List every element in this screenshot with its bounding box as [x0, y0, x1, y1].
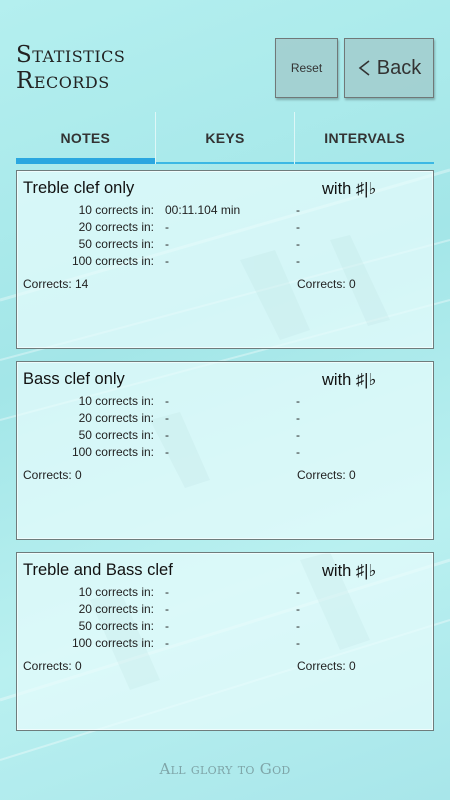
reset-button[interactable]: Reset	[275, 38, 338, 98]
tab-intervals-label: INTERVALS	[324, 130, 406, 146]
stat-value-accidental: -	[296, 428, 300, 442]
stat-row: 100 corrects in: - -	[17, 254, 435, 271]
tab-intervals-indicator	[295, 162, 435, 164]
stat-value-accidental: -	[296, 585, 300, 599]
corrects-count-accidental: Corrects: 0	[297, 468, 356, 482]
stat-label: 100 corrects in:	[71, 445, 154, 459]
card-with-accidentals-label: with ♯|♭	[322, 562, 377, 580]
stat-value-accidental: -	[296, 237, 300, 251]
stat-value-plain: -	[165, 237, 169, 251]
stat-row: 10 corrects in: 00:11.104 min -	[17, 203, 435, 220]
stat-value-accidental: -	[296, 602, 300, 616]
corrects-count-plain: Corrects: 0	[23, 659, 82, 673]
stat-label: 50 corrects in:	[78, 237, 154, 251]
stat-value-accidental: -	[296, 619, 300, 633]
stat-value-plain: -	[165, 585, 169, 599]
stat-label: 100 corrects in:	[71, 254, 154, 268]
corrects-count-accidental: Corrects: 0	[297, 659, 356, 673]
stat-value-plain: 00:11.104 min	[165, 203, 241, 217]
stat-value-accidental: -	[296, 411, 300, 425]
stat-row: 20 corrects in: - -	[17, 411, 435, 428]
stat-value-plain: -	[165, 619, 169, 633]
stat-label: 20 corrects in:	[78, 220, 154, 234]
stat-row: 100 corrects in: - -	[17, 636, 435, 653]
page-title: Statistics Records	[16, 42, 125, 94]
stat-row: 20 corrects in: - -	[17, 602, 435, 619]
stat-label: 20 corrects in:	[78, 602, 154, 616]
stats-card-bass: Bass clef only with ♯|♭ 10 corrects in: …	[16, 361, 434, 540]
corrects-count-plain: Corrects: 0	[23, 468, 82, 482]
back-button[interactable]: Back	[344, 38, 434, 98]
stat-label: 100 corrects in:	[71, 636, 154, 650]
tab-keys[interactable]: KEYS	[154, 112, 295, 164]
stat-value-plain: -	[165, 394, 169, 408]
stat-row: 100 corrects in: - -	[17, 445, 435, 462]
stat-row: 50 corrects in: - -	[17, 619, 435, 636]
stat-value-plain: -	[165, 411, 169, 425]
stat-label: 20 corrects in:	[78, 411, 154, 425]
stat-label: 10 corrects in:	[78, 203, 154, 217]
stat-row: 10 corrects in: - -	[17, 585, 435, 602]
tab-keys-indicator	[155, 162, 295, 164]
stat-row: 50 corrects in: - -	[17, 237, 435, 254]
stats-card-treble-and-bass: Treble and Bass clef with ♯|♭ 10 correct…	[16, 552, 434, 731]
stat-value-accidental: -	[296, 203, 300, 217]
back-button-label: Back	[376, 56, 422, 79]
footer-dedication: All glory to God	[159, 760, 291, 778]
stat-row: 50 corrects in: - -	[17, 428, 435, 445]
stat-value-plain: -	[165, 428, 169, 442]
stat-value-plain: -	[165, 602, 169, 616]
stat-value-plain: -	[165, 636, 169, 650]
stat-label: 10 corrects in:	[78, 394, 154, 408]
stat-row: 20 corrects in: - -	[17, 220, 435, 237]
stat-value-accidental: -	[296, 254, 300, 268]
chevron-left-icon	[358, 60, 370, 76]
stat-value-plain: -	[165, 254, 169, 268]
page-title-line2: Records	[16, 68, 110, 94]
stat-value-accidental: -	[296, 394, 300, 408]
tab-notes-label: NOTES	[60, 130, 111, 146]
card-with-accidentals-label: with ♯|♭	[322, 371, 377, 389]
stat-value-plain: -	[165, 220, 169, 234]
stat-value-accidental: -	[296, 220, 300, 234]
card-title: Treble and Bass clef	[23, 561, 173, 579]
corrects-count-plain: Corrects: 14	[23, 277, 89, 291]
page-title-line1: Statistics	[16, 42, 126, 68]
tab-notes[interactable]: NOTES	[16, 112, 155, 164]
corrects-count-accidental: Corrects: 0	[297, 277, 356, 291]
stat-label: 50 corrects in:	[78, 619, 154, 633]
tab-bar: NOTES KEYS INTERVALS	[16, 112, 435, 164]
stat-label: 50 corrects in:	[78, 428, 154, 442]
stat-label: 10 corrects in:	[78, 585, 154, 599]
tab-intervals[interactable]: INTERVALS	[294, 112, 435, 164]
stat-value-accidental: -	[296, 636, 300, 650]
card-title: Bass clef only	[23, 370, 125, 388]
stat-value-accidental: -	[296, 445, 300, 459]
card-title: Treble clef only	[23, 179, 135, 197]
reset-button-label: Reset	[290, 61, 323, 75]
stats-card-treble: Treble clef only with ♯|♭ 10 corrects in…	[16, 170, 434, 349]
stat-row: 10 corrects in: - -	[17, 394, 435, 411]
tab-keys-label: KEYS	[205, 130, 245, 146]
card-with-accidentals-label: with ♯|♭	[322, 180, 377, 198]
stat-value-plain: -	[165, 445, 169, 459]
tab-notes-indicator	[16, 158, 155, 164]
